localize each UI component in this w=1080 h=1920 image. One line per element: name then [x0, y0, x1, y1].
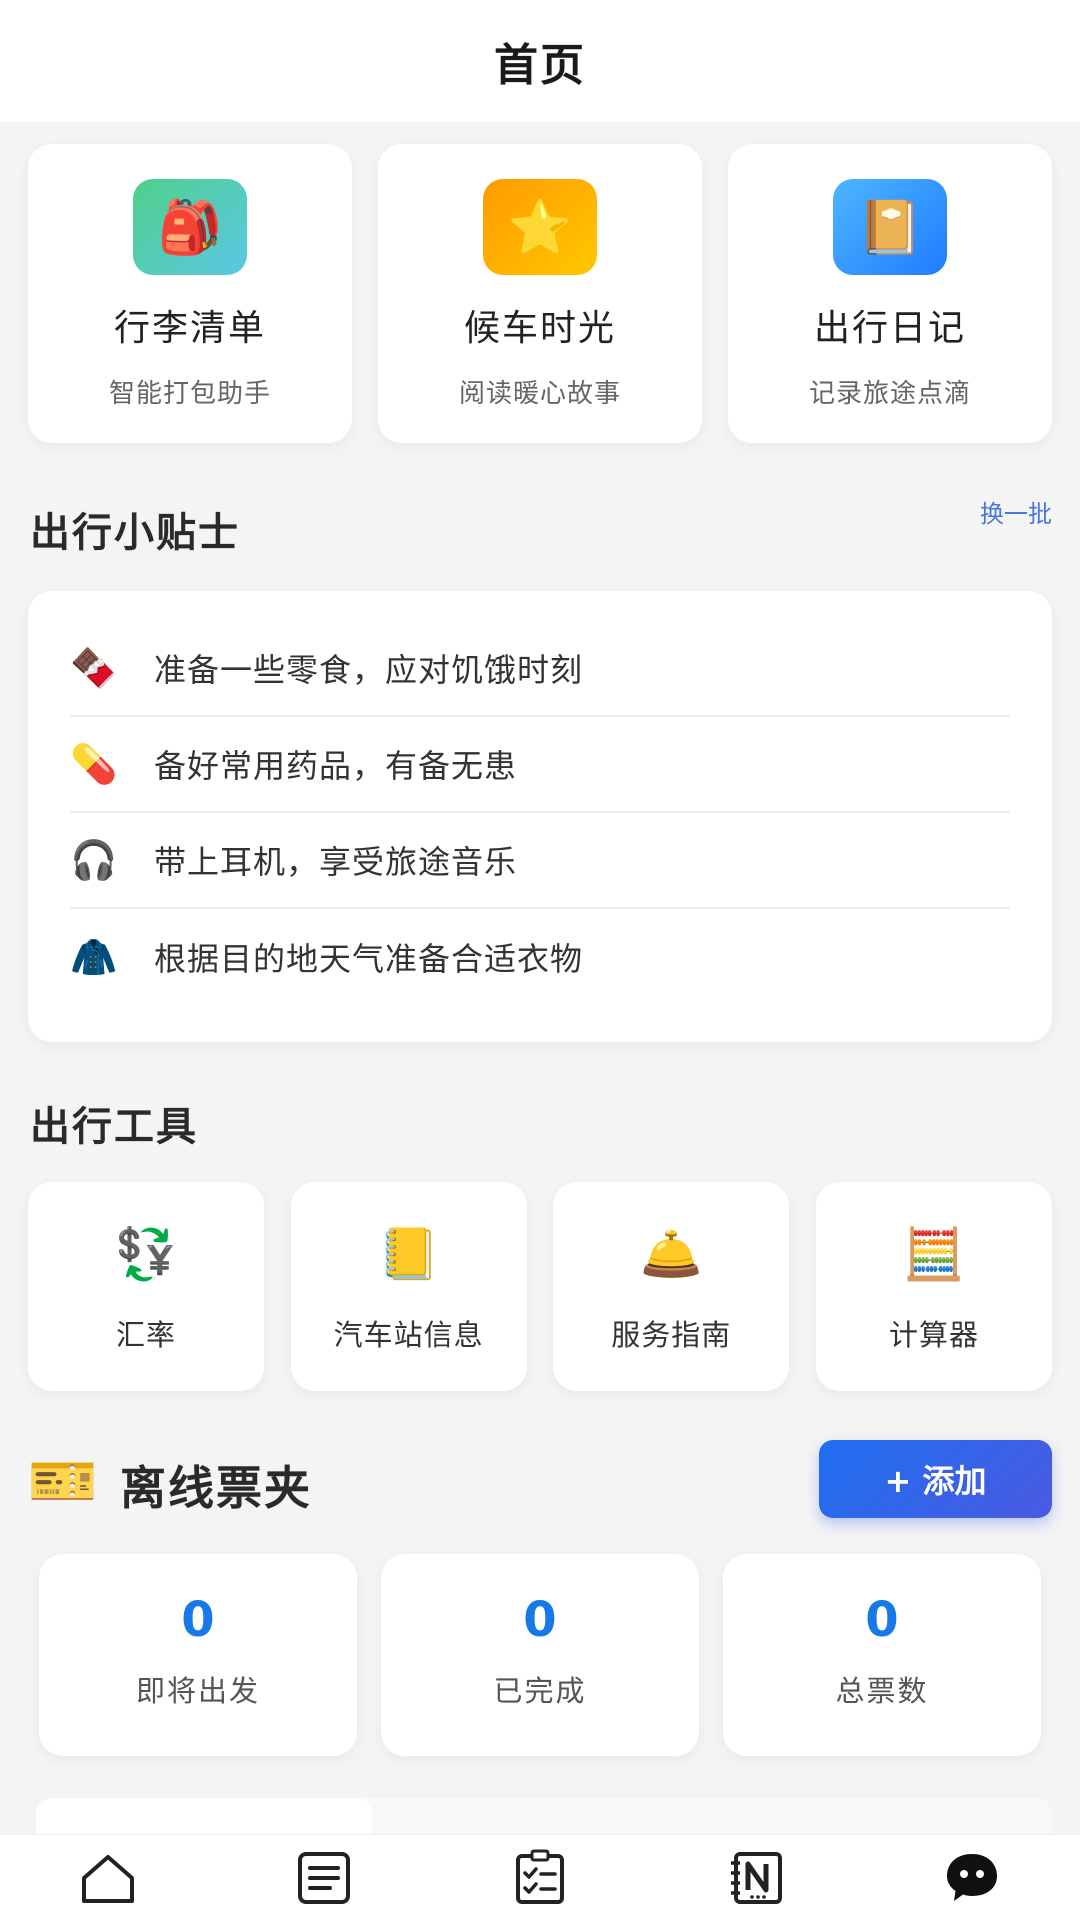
ticket-stats: 0 即将出发 0 已完成 0 总票数	[39, 1554, 1041, 1756]
tool-label: 服务指南	[611, 1318, 732, 1352]
tools-grid: 💱 汇率 📒 汽车站信息 🛎️ 服务指南 🧮 计算器	[28, 1182, 1052, 1391]
star-icon: ⭐	[483, 179, 597, 275]
stat-total[interactable]: 0 总票数	[723, 1554, 1041, 1756]
stat-upcoming[interactable]: 0 即将出发	[39, 1554, 357, 1756]
feature-name: 候车时光	[463, 308, 616, 349]
feature-card-waiting-time[interactable]: ⭐ 候车时光 阅读暖心故事	[378, 144, 702, 443]
feature-card-luggage-list[interactable]: 🎒 行李清单 智能打包助手	[28, 144, 352, 443]
nav-chat[interactable]	[932, 1845, 1012, 1911]
checklist-icon	[516, 1849, 564, 1904]
chat-bot-icon	[947, 1853, 997, 1901]
stat-label: 已完成	[493, 1674, 587, 1708]
tip-item: 🎧 带上耳机，享受旅途音乐	[70, 813, 1010, 909]
tip-text: 准备一些零食，应对饥饿时刻	[154, 651, 584, 689]
tip-item: 🍫 准备一些零食，应对饥饿时刻	[70, 621, 1010, 717]
chocolate-icon: 🍫	[70, 645, 118, 690]
home-icon	[82, 1854, 134, 1903]
tool-label: 汇率	[115, 1318, 176, 1352]
home-page: 首页 🎒 行李清单 智能打包助手 ⭐ 候车时光 阅读暖心故事 📔 出行日记 记录…	[0, 0, 1080, 1920]
stat-value: 0	[523, 1592, 557, 1648]
feature-desc: 记录旅途点滴	[808, 379, 971, 409]
add-ticket-button[interactable]: + 添加	[819, 1440, 1052, 1518]
tool-service-guide[interactable]: 🛎️ 服务指南	[553, 1182, 790, 1391]
stat-label: 即将出发	[135, 1674, 260, 1708]
notebook-icon: 📒	[377, 1225, 440, 1283]
journal-icon: 📔	[833, 179, 947, 275]
feature-card-travel-diary[interactable]: 📔 出行日记 记录旅途点滴	[728, 144, 1052, 443]
abacus-icon: 🧮	[902, 1225, 966, 1283]
tool-label: 汽车站信息	[333, 1318, 484, 1352]
bottom-navigation	[0, 1834, 1080, 1920]
feature-name: 行李清单	[113, 308, 266, 349]
backpack-icon: 🎒	[133, 179, 247, 275]
tools-section-title: 出行工具	[30, 1104, 198, 1150]
tool-exchange-rate[interactable]: 💱 汇率	[28, 1182, 264, 1391]
wallet-title: 离线票夹	[120, 1461, 312, 1515]
tip-text: 备好常用药品，有备无患	[154, 747, 518, 785]
coat-icon: 🧥	[70, 934, 118, 979]
feature-name: 出行日记	[813, 308, 966, 349]
service-bell-icon: 🛎️	[640, 1225, 703, 1283]
stat-completed[interactable]: 0 已完成	[381, 1554, 699, 1756]
tool-bus-station-info[interactable]: 📒 汽车站信息	[290, 1182, 527, 1391]
tip-text: 带上耳机，享受旅途音乐	[154, 843, 518, 881]
tips-section-title: 出行小贴士	[30, 510, 240, 556]
stat-value: 0	[865, 1592, 899, 1648]
list-icon	[298, 1851, 350, 1904]
top-bar: 首页	[0, 0, 1080, 122]
notebook-n-icon	[731, 1851, 782, 1904]
ticket-icon: 🎫	[28, 1449, 98, 1514]
nav-checklist[interactable]	[500, 1845, 580, 1911]
tool-calculator[interactable]: 🧮 计算器	[815, 1182, 1052, 1391]
feature-cards: 🎒 行李清单 智能打包助手 ⭐ 候车时光 阅读暖心故事 📔 出行日记 记录旅途点…	[28, 144, 1052, 443]
tip-item: 💊 备好常用药品，有备无患	[70, 717, 1010, 813]
refresh-tips-link[interactable]: 换一批	[980, 494, 1052, 529]
stat-value: 0	[181, 1592, 215, 1648]
nav-notebook[interactable]	[716, 1845, 796, 1911]
tip-item: 🧥 根据目的地天气准备合适衣物	[70, 909, 1010, 1005]
pill-icon: 💊	[70, 741, 118, 786]
currency-exchange-icon: 💱	[114, 1225, 178, 1283]
headphones-icon: 🎧	[70, 837, 118, 882]
stat-label: 总票数	[835, 1674, 929, 1708]
nav-home[interactable]	[68, 1845, 148, 1911]
tool-label: 计算器	[888, 1318, 979, 1352]
page-title: 首页	[494, 40, 586, 91]
tips-card: 🍫 准备一些零食，应对饥饿时刻 💊 备好常用药品，有备无患 🎧 带上耳机，享受旅…	[28, 591, 1052, 1042]
feature-desc: 智能打包助手	[108, 379, 271, 409]
tip-text: 根据目的地天气准备合适衣物	[154, 940, 584, 978]
feature-desc: 阅读暖心故事	[458, 379, 621, 409]
nav-list[interactable]	[284, 1845, 364, 1911]
